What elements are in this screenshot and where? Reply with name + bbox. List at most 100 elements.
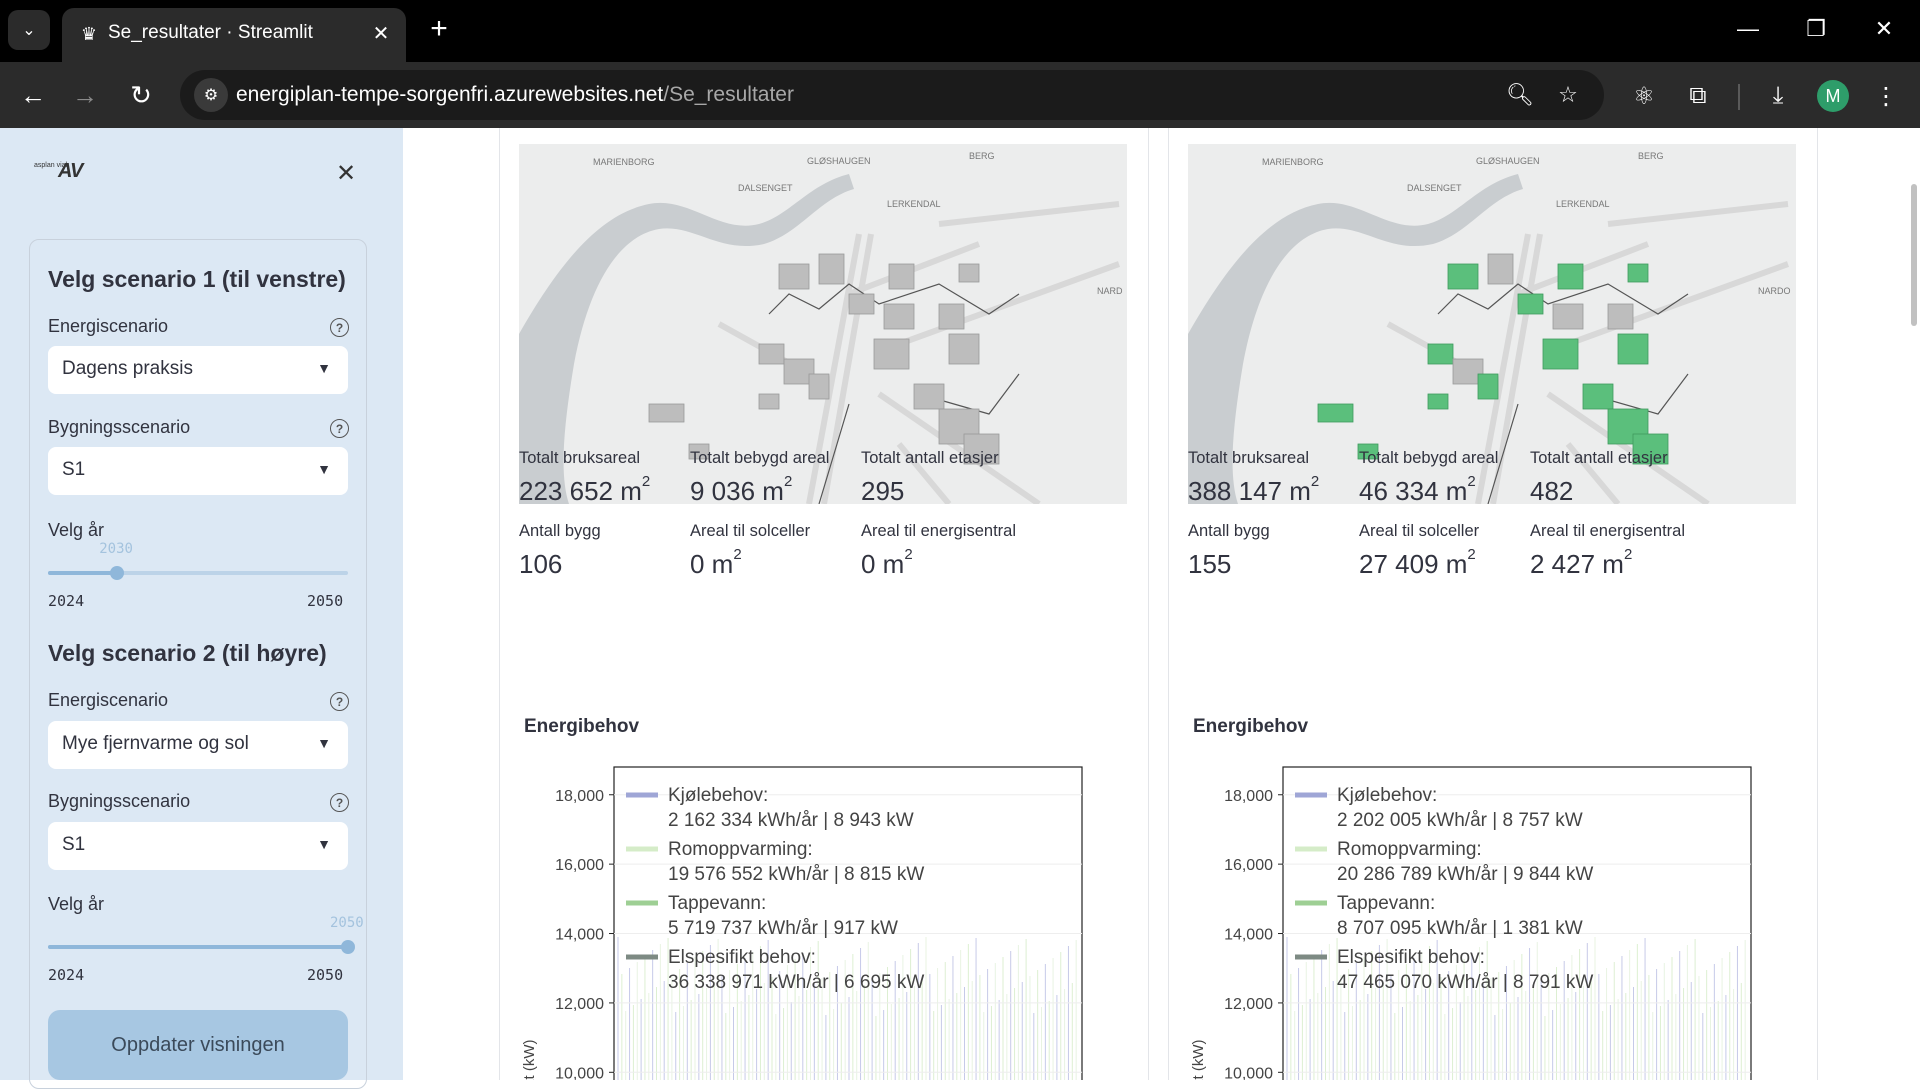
metric-number: 106 — [519, 549, 563, 579]
back-arrow-icon[interactable]: ← — [14, 76, 52, 114]
building-block — [1542, 338, 1579, 370]
metric-number: 388 147 m — [1188, 476, 1311, 506]
selected-value: Mye fjernvarme og sol — [62, 733, 249, 754]
page-scrollbar[interactable] — [1908, 128, 1920, 1080]
reload-icon[interactable]: ↻ — [122, 76, 160, 114]
y-tick-label: 18,000 — [555, 788, 604, 805]
building-block — [958, 263, 980, 283]
metric: Totalt bebygd areal 9 036 m2 — [690, 449, 829, 507]
map-label: MARIENBORG — [593, 157, 655, 167]
bookmark-star-icon[interactable]: ☆ — [1552, 79, 1584, 111]
road-line — [938, 201, 1120, 227]
legend-series-name: Romoppvarming: — [1337, 839, 1482, 860]
scenario2-panel: MARIENBORG GLØSHAUGEN BERG DALSENGET LERKEND… — [1168, 128, 1818, 1080]
slider-value: 2050 — [330, 915, 364, 931]
legend-series-detail: 19 576 552 kWh/år | 8 815 kW — [668, 864, 924, 885]
scenario2-heading: Velg scenario 2 (til høyre) — [48, 640, 327, 666]
building-block — [848, 293, 875, 315]
scenario2-building-select[interactable]: S1 ▼ — [48, 822, 348, 870]
scenario2-energy-label: Energiscenario — [48, 690, 169, 710]
energibehov-title: Energibehov — [1193, 716, 1309, 737]
metric-value: 106 — [519, 549, 601, 580]
energy-demand-chart[interactable]: 18,000 16,000 14,000 12,000 10,000 kt (kW) Kjø… — [500, 739, 1120, 1080]
help-icon[interactable]: ? — [330, 419, 349, 438]
building-block — [1317, 403, 1354, 423]
map-label: NARD — [1097, 286, 1123, 296]
scenario2-year-slider[interactable]: 2050 — [48, 915, 364, 954]
metric: Totalt bruksareal 388 147 m2 — [1188, 449, 1319, 507]
y-tick-label: 18,000 — [1224, 788, 1273, 805]
building-block — [1487, 253, 1514, 285]
building-block — [1427, 343, 1454, 365]
legend-series-detail: 20 286 789 kWh/år | 9 844 kW — [1337, 864, 1593, 885]
metric: Areal til energisentral 2 427 m2 — [1530, 522, 1685, 580]
extensions-puzzle-icon[interactable]: ⧉ — [1680, 78, 1716, 114]
address-bar[interactable]: ⚙ energiplan-tempe-sorgenfri.azurewebsit… — [180, 70, 1604, 120]
browser-toolbar: ← → ↻ ⚙ energiplan-tempe-sorgenfri.azure… — [0, 62, 1920, 128]
tab-search-chevron-icon[interactable]: ⌄ — [8, 10, 50, 50]
scenario1-building-select[interactable]: S1 ▼ — [48, 447, 348, 495]
forward-arrow-icon[interactable]: → — [66, 76, 104, 114]
scrollbar-thumb[interactable] — [1911, 184, 1917, 326]
scenario1-energy-select[interactable]: Dagens praksis ▼ — [48, 346, 348, 394]
chevron-down-icon: ▼ — [317, 836, 331, 852]
building-block — [1617, 333, 1649, 365]
metric: Totalt bebygd areal 46 334 m2 — [1359, 449, 1498, 507]
metric-number: 27 409 m — [1359, 549, 1468, 579]
zoom-icon[interactable]: 🔍︎ — [1504, 79, 1536, 111]
y-tick-label: 10,000 — [1224, 1065, 1273, 1080]
download-icon[interactable]: ⤓ — [1760, 78, 1796, 114]
building-block — [948, 333, 980, 365]
selected-value: S1 — [62, 834, 86, 855]
metric: Areal til energisentral 0 m2 — [861, 522, 1016, 580]
tab-title: Se_resultater · Streamlit — [108, 22, 313, 43]
help-icon[interactable]: ? — [330, 692, 349, 711]
legend-series-detail: 5 719 737 kWh/år | 917 kW — [668, 918, 898, 939]
y-tick-label: 12,000 — [1224, 996, 1273, 1013]
building-block — [873, 338, 910, 370]
help-icon[interactable]: ? — [330, 318, 349, 337]
y-tick-label: 12,000 — [555, 996, 604, 1013]
scenario2-building-label: Bygningsscenario — [48, 791, 191, 811]
map-label: MARIENBORG — [1262, 157, 1324, 167]
site-info-icon[interactable]: ⚙ — [194, 78, 228, 112]
minimize-icon[interactable]: — — [1726, 12, 1770, 46]
url-text[interactable]: energiplan-tempe-sorgenfri.azurewebsites… — [236, 83, 794, 107]
metric-label: Totalt bruksareal — [519, 449, 641, 467]
metric-value: 482 — [1530, 476, 1668, 507]
help-icon[interactable]: ? — [330, 793, 349, 812]
slider-thumb[interactable] — [110, 566, 125, 580]
map-label: DALSENGET — [738, 183, 793, 193]
legend-series-name: Kjølebehov: — [668, 785, 768, 806]
close-sidebar-icon[interactable]: ✕ — [331, 158, 361, 188]
more-menu-icon[interactable]: ⋮ — [1868, 78, 1904, 114]
building-block — [1427, 393, 1449, 410]
profile-avatar[interactable]: M — [1817, 80, 1849, 112]
slider-fill — [48, 945, 348, 949]
metric: Totalt bruksareal 223 652 m2 — [519, 449, 650, 507]
restore-window-icon[interactable]: ❐ — [1794, 12, 1838, 46]
update-view-button[interactable]: Oppdater visningen — [48, 1010, 348, 1080]
scenario2-energy-select[interactable]: Mye fjernvarme og sol ▼ — [48, 721, 348, 769]
road-line — [1607, 201, 1789, 227]
energy-demand-chart[interactable]: 18,000 16,000 14,000 12,000 10,000 kt (kW) Kjø… — [1169, 739, 1789, 1080]
close-window-icon[interactable]: ✕ — [1862, 12, 1906, 46]
close-tab-icon[interactable]: ✕ — [368, 20, 394, 46]
metric-number: 155 — [1188, 549, 1232, 579]
react-extension-icon[interactable]: ⚛ — [1626, 78, 1662, 114]
metric-number: 46 334 m — [1359, 476, 1468, 506]
y-tick-label: 14,000 — [555, 927, 604, 944]
building-block — [1517, 293, 1544, 315]
metric-unit-superscript: 2 — [783, 473, 793, 490]
sidebar: asplan viak AV ✕ Velg scenario 1 (til ve… — [0, 128, 403, 1089]
metric-unit-superscript: 2 — [1623, 546, 1633, 563]
browser-tab[interactable]: ♛ Se_resultater · Streamlit ✕ — [62, 8, 406, 62]
slider-thumb[interactable] — [341, 940, 355, 954]
metric-label: Totalt antall etasjer — [1530, 449, 1668, 467]
scenario1-year-slider[interactable]: 2030 — [48, 541, 348, 580]
new-tab-plus-icon[interactable]: + — [422, 12, 456, 46]
building-block — [648, 403, 685, 423]
building-block — [1552, 303, 1584, 330]
metric-label: Areal til solceller — [690, 522, 811, 540]
slider-max: 2050 — [307, 966, 344, 984]
